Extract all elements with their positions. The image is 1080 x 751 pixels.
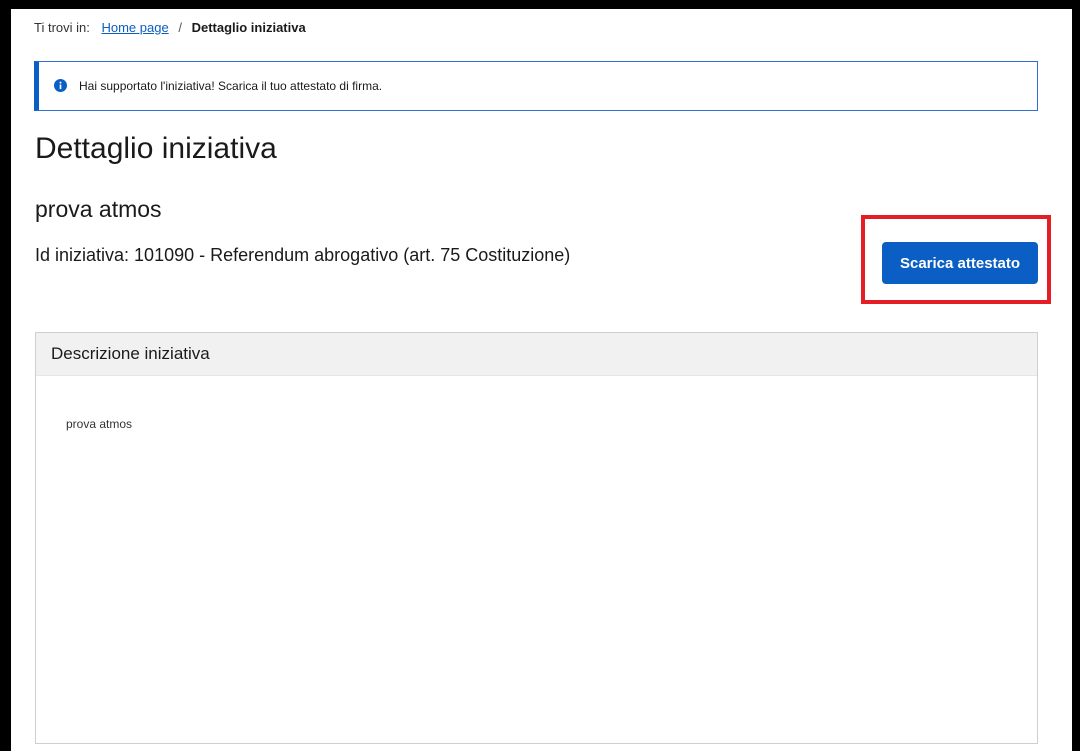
card-title: Descrizione iniziativa (51, 344, 210, 363)
breadcrumb-current: Dettaglio iniziativa (191, 20, 306, 35)
breadcrumb-prefix: Ti trovi in: (34, 20, 90, 35)
breadcrumb-home-link[interactable]: Home page (101, 20, 168, 35)
breadcrumb: Ti trovi in: Home page / Dettaglio inizi… (34, 20, 306, 35)
info-icon (54, 79, 67, 92)
description-card: Descrizione iniziativa prova atmos (35, 332, 1038, 744)
card-body-text: prova atmos (66, 417, 133, 431)
success-alert: Hai supportato l'iniziativa! Scarica il … (34, 61, 1038, 111)
card-header: Descrizione iniziativa (36, 333, 1037, 376)
initiative-name: prova atmos (35, 196, 162, 222)
page-title: Dettaglio iniziativa (35, 132, 277, 165)
initiative-meta: Id iniziativa: 101090 - Referendum abrog… (35, 245, 571, 265)
page-container: Ti trovi in: Home page / Dettaglio inizi… (11, 9, 1072, 751)
alert-message: Hai supportato l'iniziativa! Scarica il … (79, 79, 383, 93)
breadcrumb-separator: / (178, 20, 182, 35)
download-certificate-button[interactable]: Scarica attestato (882, 242, 1038, 284)
